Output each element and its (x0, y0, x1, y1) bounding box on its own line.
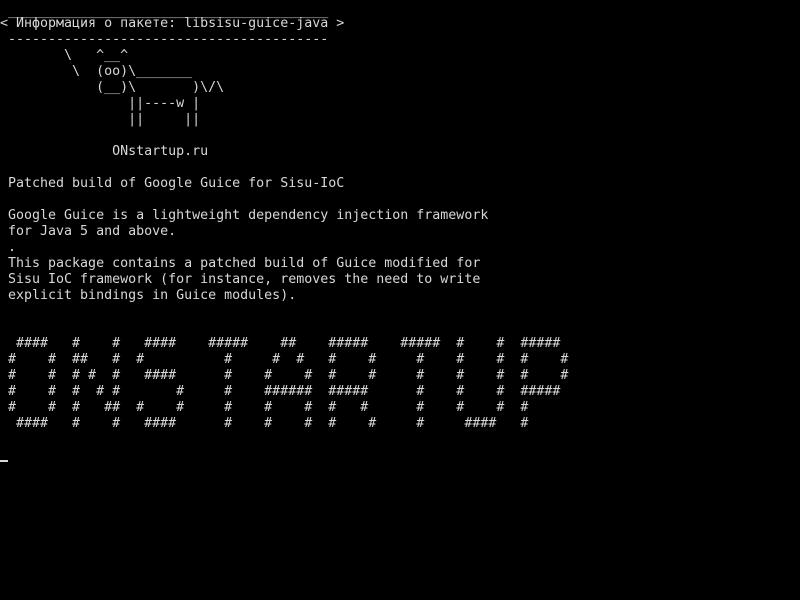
package-info-title: < Информация о пакете: libsisu-guice-jav… (0, 16, 345, 31)
description-line: This package contains a patched build of… (0, 256, 481, 271)
text-cursor (0, 460, 8, 462)
site-name: ONstartup.ru (0, 144, 209, 159)
banner-art-line: # # ## # # # # # # # # # # # # (0, 352, 569, 367)
banner-art-line: #### # # #### ##### ## ##### ##### # # #… (0, 336, 561, 351)
cowsay-art-line: \ ^__^ (0, 48, 129, 63)
banner-art-line: # # # # # # # ###### ##### # # # ##### (0, 384, 561, 399)
description-line: explicit bindings in Guice modules). (0, 288, 297, 303)
description-separator: . (0, 240, 17, 255)
banner-art-line: # # # # # #### # # # # # # # # # # (0, 368, 569, 383)
terminal-screen[interactable]: ________________________________________… (0, 0, 800, 600)
description-line: Google Guice is a lightweight dependency… (0, 208, 489, 223)
cowsay-art-line: || || (0, 112, 201, 127)
banner-art-line: # # # ## # # # # # # # # # # # (0, 400, 529, 415)
banner-art-line: #### # # #### # # # # # # #### # (0, 416, 529, 431)
description-line: Sisu IoC framework (for instance, remove… (0, 272, 481, 287)
cowsay-art-line: ||----w | (0, 96, 201, 111)
package-summary: Patched build of Google Guice for Sisu-I… (0, 176, 345, 191)
speech-bubble-bottom-border: ---------------------------------------- (0, 32, 329, 47)
cowsay-art-line: (__)\ )\/\ (0, 80, 225, 95)
description-line: for Java 5 and above. (0, 224, 177, 239)
cowsay-art-line: \ (oo)\_______ (0, 64, 193, 79)
